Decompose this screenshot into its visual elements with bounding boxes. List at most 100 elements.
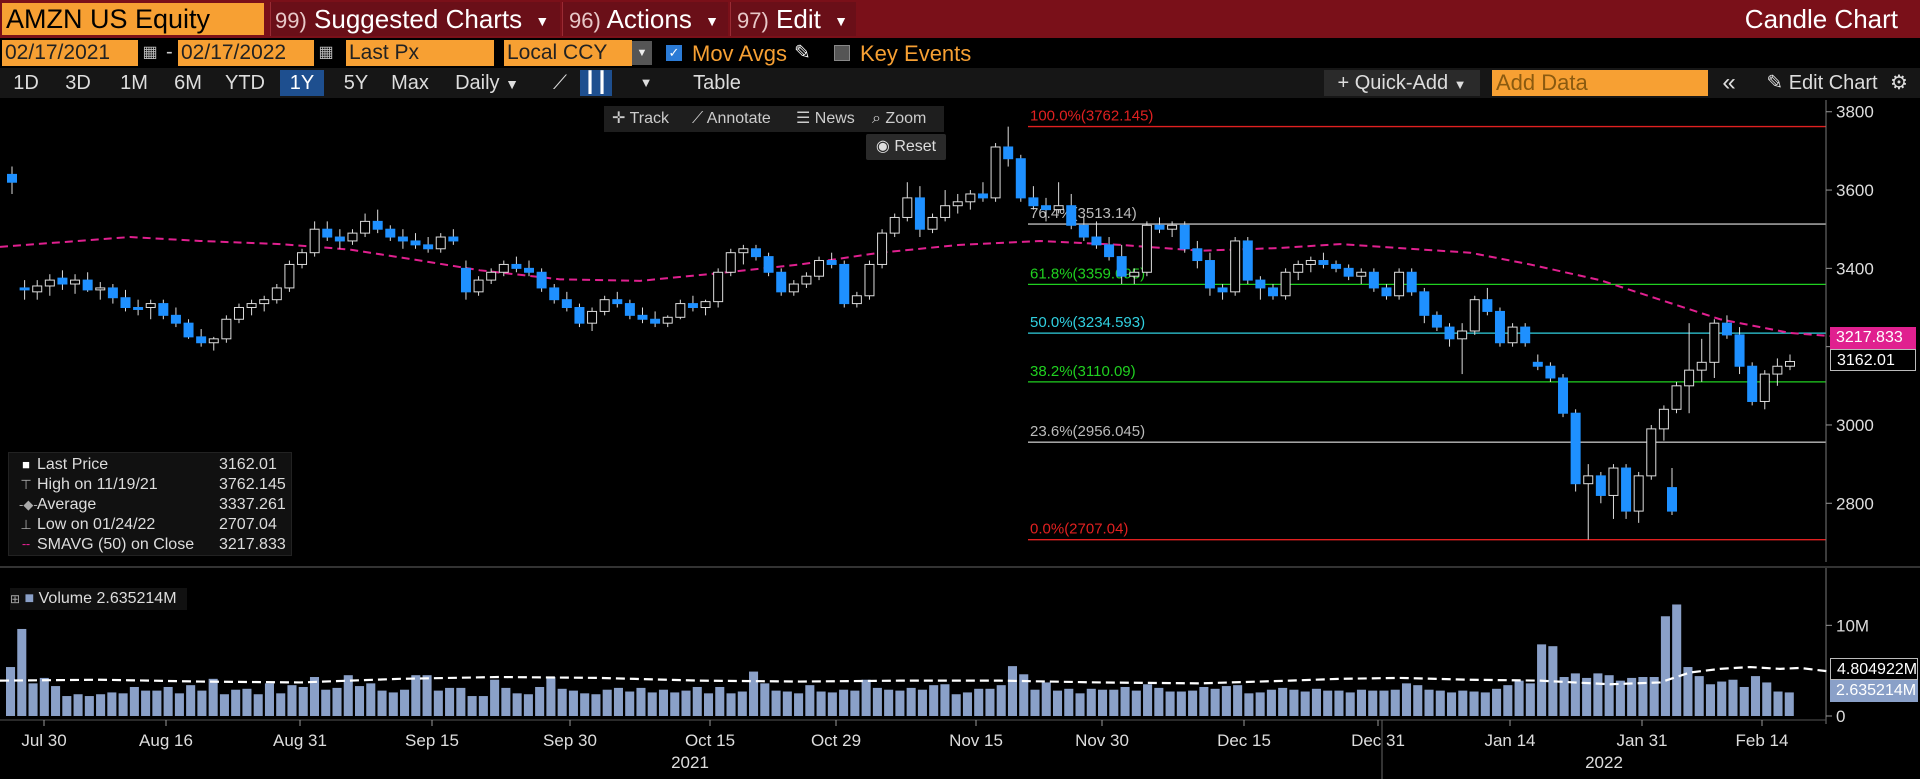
- collapse-icon[interactable]: «: [1714, 70, 1744, 96]
- candle-up: [990, 146, 1001, 199]
- date-tick-label: Aug 31: [273, 731, 327, 750]
- volume-bar: [411, 675, 421, 716]
- add-data-input[interactable]: [1492, 70, 1708, 96]
- frequency-dropdown[interactable]: Daily ▼: [444, 70, 530, 96]
- volume-bar: [535, 686, 545, 716]
- date-tick-label: Oct 29: [811, 731, 861, 750]
- candle-down: [914, 197, 925, 230]
- volume-bar: [1514, 680, 1524, 716]
- table-button[interactable]: Table: [680, 70, 754, 96]
- candle-chart-canvas[interactable]: 100.0%(3762.145)76.4%(3513.14)61.8%(3359…: [0, 100, 1920, 779]
- pane-divider[interactable]: [0, 566, 1920, 568]
- annotate-tool[interactable]: ⟋ Annotate: [692, 106, 771, 132]
- period-3d-button[interactable]: 3D: [58, 70, 98, 96]
- price-field-select[interactable]: Last Px: [346, 40, 494, 66]
- volume-bar: [613, 687, 623, 716]
- gear-icon[interactable]: ⚙: [1884, 70, 1914, 96]
- volume-bar: [433, 690, 443, 716]
- volume-bar: [1041, 682, 1051, 716]
- volume-bar: [703, 693, 714, 716]
- period-max-button[interactable]: Max: [384, 70, 436, 96]
- reset-button[interactable]: ◉ Reset: [866, 134, 946, 160]
- period-1y-button[interactable]: 1Y: [280, 70, 324, 96]
- candle-up: [473, 279, 484, 293]
- calendar-icon[interactable]: ▦: [316, 42, 336, 64]
- news-tool[interactable]: ☰ News: [796, 106, 855, 132]
- quick-add-button[interactable]: + Quick-Add ▼: [1324, 70, 1480, 96]
- legend-high[interactable]: ⊤ High on 11/19/21: [15, 475, 157, 495]
- currency-select[interactable]: Local CCY: [504, 40, 632, 66]
- chevron-down-icon[interactable]: ▼: [628, 70, 664, 96]
- volume-bar: [1424, 689, 1434, 716]
- volume-bar: [929, 685, 939, 716]
- period-1d-button[interactable]: 1D: [6, 70, 46, 96]
- year-label: 2021: [671, 753, 709, 772]
- candle-up: [1293, 263, 1304, 273]
- volume-bar: [118, 693, 128, 716]
- candle-down: [776, 271, 787, 293]
- average-marker-icon: -◆-: [19, 497, 38, 512]
- zoom-tool[interactable]: ⌕ Zoom: [872, 106, 926, 132]
- line-chart-icon[interactable]: ⟋: [542, 70, 578, 96]
- calendar-icon[interactable]: ▦: [140, 42, 160, 64]
- mov-avgs-checkbox[interactable]: ✓: [666, 45, 682, 61]
- candle-down: [385, 228, 396, 238]
- legend-low[interactable]: ⊥ Low on 01/24/22: [15, 515, 155, 535]
- volume-bar: [771, 690, 781, 716]
- volume-bar: [1762, 682, 1772, 716]
- end-date-field[interactable]: 02/17/2022: [178, 40, 314, 66]
- candle-chart-icon[interactable]: ┃┃: [580, 70, 612, 96]
- candle-up: [1759, 373, 1770, 402]
- volume-bar: [298, 686, 308, 716]
- candle-up: [1696, 361, 1707, 371]
- candle-down: [372, 220, 383, 230]
- candle-down: [1406, 271, 1417, 293]
- period-6m-button[interactable]: 6M: [166, 70, 210, 96]
- candle-up: [221, 318, 232, 340]
- candle-down: [1015, 158, 1026, 199]
- candle-up: [1684, 369, 1695, 387]
- period-5y-button[interactable]: 5Y: [334, 70, 378, 96]
- start-date-field[interactable]: 02/17/2021: [2, 40, 138, 66]
- track-tool[interactable]: ✛ Track: [612, 106, 669, 132]
- volume-bar: [1345, 692, 1355, 716]
- key-events-checkbox[interactable]: [834, 45, 850, 61]
- volume-bar: [39, 677, 49, 716]
- fib-label: 100.0%(3762.145): [1030, 108, 1153, 125]
- legend-smavg[interactable]: ╌ SMAVG (50) on Close: [15, 535, 194, 555]
- track-label: Track: [629, 110, 669, 127]
- volume-bar: [377, 690, 387, 716]
- period-ytd-button[interactable]: YTD: [220, 70, 270, 96]
- ticker-field[interactable]: AMZN US Equity: [2, 3, 264, 35]
- edit-menu[interactable]: 97) Edit ▼: [730, 2, 856, 36]
- volume-bar: [1390, 689, 1400, 716]
- white-square-icon: ■: [22, 457, 30, 472]
- edit-chart-button[interactable]: ✎ Edit Chart: [1748, 70, 1896, 96]
- volume-bar: [1210, 688, 1220, 716]
- candle-up: [1167, 224, 1178, 230]
- period-1m-button[interactable]: 1M: [112, 70, 156, 96]
- candle-down: [1217, 287, 1228, 293]
- volume-bar: [1660, 616, 1670, 716]
- date-tick-label: Sep 15: [405, 731, 459, 750]
- pencil-icon[interactable]: ✎: [794, 40, 811, 65]
- candle-down: [1444, 326, 1455, 340]
- date-tick-label: Dec 15: [1217, 731, 1271, 750]
- volume-bar: [1480, 692, 1490, 716]
- reset-label: Reset: [894, 138, 937, 155]
- add-data-field[interactable]: [1492, 70, 1708, 96]
- actions-menu[interactable]: 96) Actions ▼: [562, 2, 728, 36]
- volume-legend[interactable]: ⊞ ■ Volume 2.635214M: [10, 588, 187, 610]
- legend-average[interactable]: -◆-Average: [15, 495, 96, 515]
- volume-bar: [951, 694, 961, 716]
- volume-bar: [219, 694, 229, 716]
- candle-down: [1520, 326, 1531, 344]
- chevron-down-icon[interactable]: ▼: [632, 41, 652, 65]
- candle-up: [738, 248, 749, 254]
- candle-down: [1154, 224, 1165, 230]
- candle-down: [7, 173, 17, 183]
- legend-last-price[interactable]: ■ Last Price: [15, 455, 108, 475]
- suggested-charts-menu[interactable]: 99) Suggested Charts ▼: [270, 2, 560, 36]
- candle-down: [511, 263, 522, 269]
- volume-bar: [568, 690, 578, 716]
